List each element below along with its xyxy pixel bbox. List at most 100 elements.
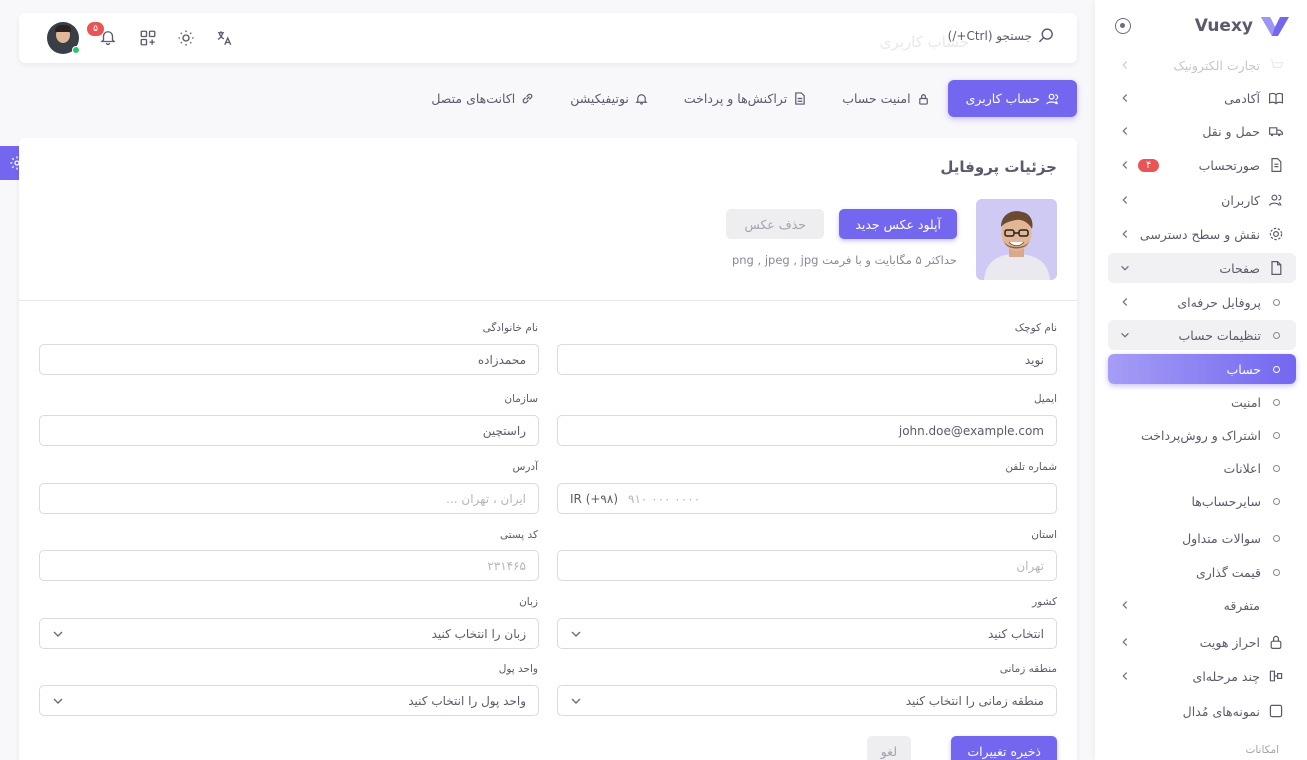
tab-1[interactable]: امنیت حساب	[824, 80, 947, 117]
cancel-button[interactable]: لغو	[866, 736, 911, 760]
sidebar-item-9[interactable]: حساب	[1108, 354, 1296, 384]
sidebar-item-13[interactable]: سایرحساب‌ها	[1108, 486, 1296, 516]
search-icon	[1038, 28, 1053, 43]
last-name-input[interactable]: محمدزاده	[39, 344, 539, 375]
sidebar-item-17[interactable]: احراز هویت	[1108, 627, 1296, 657]
menu-pin-toggle-icon[interactable]	[1115, 18, 1131, 34]
sidebar-item-0[interactable]: تجارت الکترونیک	[1108, 50, 1296, 80]
square-icon	[1268, 703, 1284, 719]
submenu-bullet-icon	[1273, 331, 1280, 339]
users-icon	[1046, 93, 1059, 105]
steps-icon	[1268, 668, 1284, 684]
chevron-down-icon	[1118, 261, 1132, 275]
submenu-bullet-icon	[1273, 431, 1280, 439]
address-input[interactable]: ایران ، تهران ...	[39, 483, 539, 514]
phone-label: شماره تلفن	[1005, 461, 1057, 473]
sidebar-item-2[interactable]: حمل و نقل	[1108, 116, 1296, 146]
state-input[interactable]: تهران	[557, 550, 1057, 581]
sidebar-item-label: اعلانات	[1223, 460, 1261, 476]
tab-4[interactable]: اکانت‌های متصل	[413, 80, 552, 117]
tab-label: تراکنش‌ها و پرداخت	[683, 91, 788, 106]
sidebar-item-label: سوالات متداول	[1182, 530, 1261, 546]
cart-icon	[1268, 57, 1284, 73]
sidebar-item-15[interactable]: قیمت گذاری	[1108, 557, 1296, 587]
users-icon	[1268, 192, 1284, 208]
sidebar-item-label: تنظیمات حساب	[1178, 327, 1261, 343]
language-select[interactable]: زبان را انتخاب کنید	[39, 618, 539, 649]
link-icon	[522, 93, 533, 104]
chevron-left-icon	[1118, 295, 1132, 309]
search-text: جستجو (Ctrl+/)	[947, 28, 1032, 43]
sidebar-item-11[interactable]: اشتراک و روش‌پرداخت	[1108, 420, 1296, 450]
user-avatar[interactable]	[47, 22, 80, 54]
card-title: جزئیات پروفایل	[940, 158, 1057, 176]
currency-select[interactable]: واحد پول را انتخاب کنید	[39, 685, 539, 716]
first-name-input[interactable]: نوید	[557, 344, 1057, 375]
search-trigger[interactable]: جستجو (Ctrl+/)	[948, 27, 1055, 44]
invoice-icon	[1268, 157, 1284, 173]
timezone-label: منطقه زمانی	[999, 663, 1057, 675]
state-label: استان	[1031, 529, 1057, 541]
sidebar-item-14[interactable]: سوالات متداول	[1108, 523, 1296, 553]
save-changes-button[interactable]: ذخیره تغییرات	[951, 736, 1057, 760]
sidebar-item-label: آکادمی	[1224, 90, 1260, 106]
sidebar-item-8[interactable]: تنظیمات حساب	[1108, 320, 1296, 350]
lock-icon	[918, 94, 928, 105]
sidebar-item-19[interactable]: نمونه‌های مُدال	[1108, 696, 1296, 726]
chevron-down-icon	[53, 698, 63, 704]
sidebar-item-4[interactable]: کاربران	[1108, 185, 1296, 215]
online-status-indicator	[72, 46, 80, 54]
chevron-left-icon	[1118, 124, 1132, 138]
sidebar-item-6[interactable]: صفحات	[1108, 253, 1296, 283]
sidebar-item-5[interactable]: نقش و سطح دسترسی	[1108, 219, 1296, 249]
language-select-value: زبان را انتخاب کنید	[431, 626, 526, 641]
profile-photo	[976, 199, 1057, 280]
top-navbar: حساب کاربری جستجو (Ctrl+/) ۵	[19, 13, 1077, 63]
sidebar-item-label: احراز هویت	[1199, 634, 1260, 650]
menu-icon	[1268, 597, 1284, 613]
sidebar-item-label: کاربران	[1221, 192, 1260, 208]
sidebar-item-18[interactable]: چند مرحله‌ای	[1108, 661, 1296, 691]
sidebar-item-12[interactable]: اعلانات	[1108, 453, 1296, 483]
phone-input[interactable]: IR (+۹۸) ۹۱۰ ۰۰۰ ۰۰۰۰	[557, 483, 1057, 514]
zip-input[interactable]: ۲۳۱۴۶۵	[39, 550, 539, 581]
brand[interactable]: Vuexy	[1195, 14, 1289, 38]
language-label: زبان	[519, 596, 538, 608]
sidebar-item-label: نقش و سطح دسترسی	[1139, 226, 1260, 242]
submenu-bullet-icon	[1273, 464, 1280, 472]
tab-0[interactable]: حساب کاربری	[947, 80, 1077, 117]
timezone-select[interactable]: منطقه زمانی را انتخاب کنید	[557, 685, 1057, 716]
country-select[interactable]: انتخاب کنید	[557, 618, 1057, 649]
account-tabs: حساب کاربری امنیت حساب تراکنش‌ها و پرداخت ن…	[413, 80, 1077, 117]
chevron-down-icon	[53, 631, 63, 637]
upload-photo-button[interactable]: آپلود عکس جدید	[839, 209, 957, 239]
sidebar-item-label: صورتحساب	[1198, 157, 1260, 173]
sidebar: Vuexy تجارت الکترونیک آکادمی حمل و نقل صورت…	[1095, 0, 1307, 760]
tab-3[interactable]: نوتیفیکیشن	[552, 80, 666, 117]
delete-photo-button[interactable]: حذف عکس	[726, 209, 824, 239]
sidebar-item-1[interactable]: آکادمی	[1108, 83, 1296, 113]
email-input[interactable]: john.doe@example.com	[557, 415, 1057, 446]
sidebar-item-label: قیمت گذاری	[1195, 564, 1261, 580]
settings-icon	[1268, 226, 1284, 242]
chevron-down-icon	[1118, 328, 1132, 342]
sidebar-item-10[interactable]: امنیت	[1108, 387, 1296, 417]
notifications-button[interactable]: ۵	[87, 22, 119, 48]
chevron-left-icon	[1118, 91, 1132, 105]
chevron-left-icon	[1118, 598, 1132, 612]
sidebar-item-16[interactable]: متفرقه	[1108, 590, 1296, 620]
sidebar-item-3[interactable]: صورتحساب ۴	[1108, 150, 1296, 180]
country-select-value: انتخاب کنید	[987, 626, 1044, 641]
chevron-left-icon	[1118, 58, 1132, 72]
organization-label: سازمان	[504, 393, 538, 405]
language-translate-icon[interactable]	[215, 29, 233, 47]
theme-sun-icon[interactable]	[177, 29, 195, 47]
submenu-bullet-icon	[1273, 298, 1280, 306]
shortcuts-grid-icon[interactable]	[139, 29, 157, 47]
tab-2[interactable]: تراکنش‌ها و پرداخت	[666, 80, 824, 117]
phone-country-prefix: IR (+۹۸)	[570, 491, 618, 506]
sidebar-item-7[interactable]: پروفایل حرفه‌ای	[1108, 287, 1296, 317]
organization-input[interactable]: راستچین	[39, 415, 539, 446]
chevron-down-icon	[571, 698, 581, 704]
sidebar-item-label: نمونه‌های مُدال	[1182, 703, 1260, 719]
